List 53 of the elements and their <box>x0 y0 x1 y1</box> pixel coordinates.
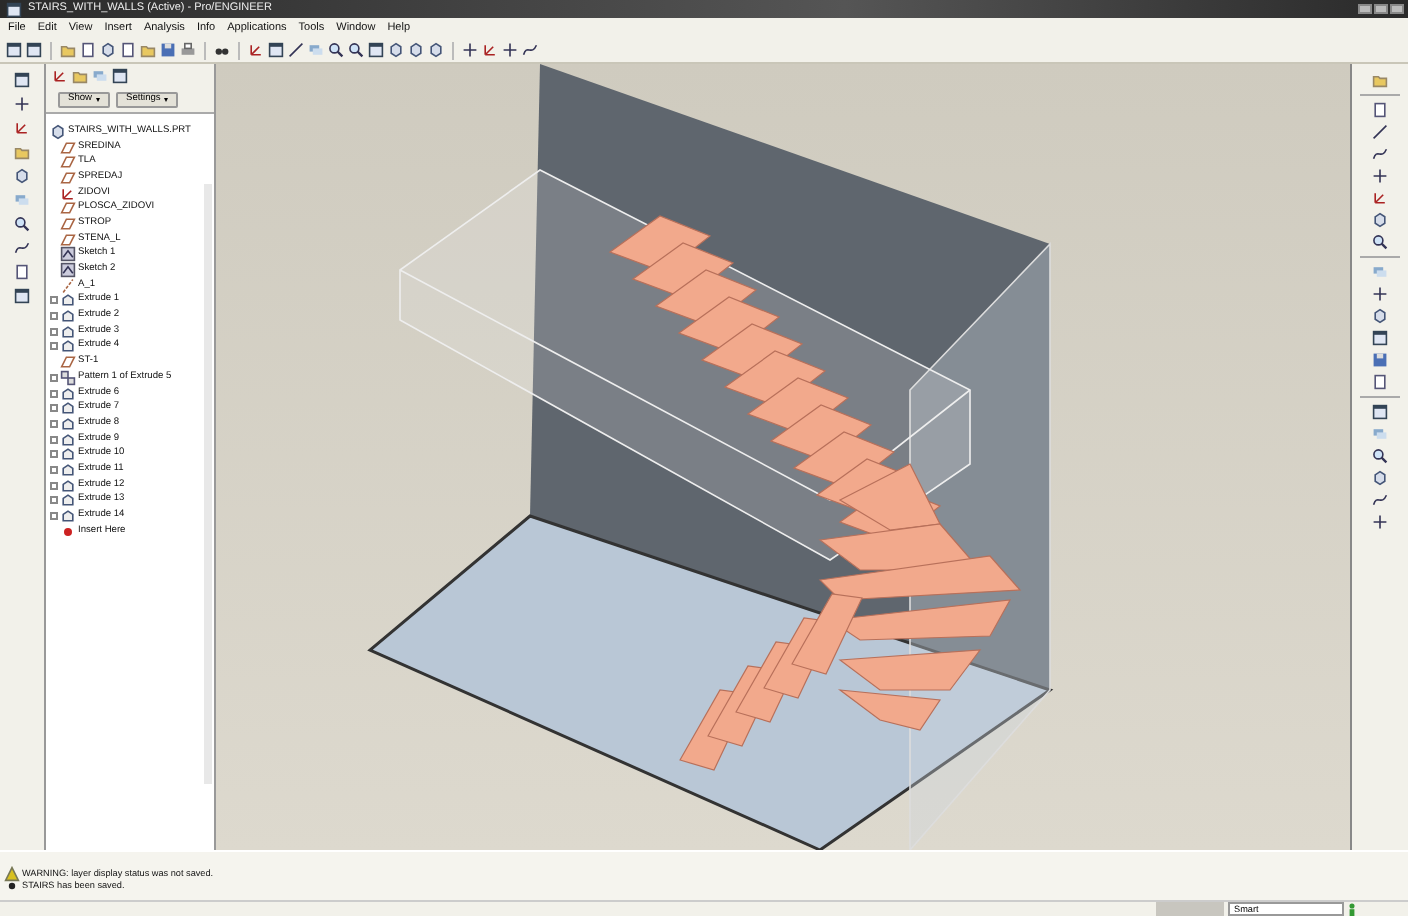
axes-icon[interactable] <box>1372 190 1388 206</box>
magnifier-icon[interactable] <box>1372 448 1388 464</box>
window-icon[interactable] <box>112 68 128 84</box>
magnifier-icon[interactable] <box>14 216 30 232</box>
folder-icon[interactable] <box>1372 72 1388 88</box>
magnifier-icon[interactable] <box>328 42 344 58</box>
curve-icon[interactable] <box>1372 492 1388 508</box>
cube-icon[interactable] <box>1372 212 1388 228</box>
axes-icon <box>60 185 76 202</box>
line-icon[interactable] <box>288 42 304 58</box>
window-icon[interactable] <box>1372 330 1388 346</box>
curve-icon[interactable] <box>14 240 30 256</box>
folder-icon[interactable] <box>14 144 30 160</box>
window-icon <box>6 1 22 17</box>
dot-icon <box>4 878 20 894</box>
window-icon[interactable] <box>14 288 30 304</box>
curve-icon[interactable] <box>522 42 538 58</box>
page-icon[interactable] <box>14 264 30 280</box>
cube-icon <box>50 123 66 140</box>
axes-icon[interactable] <box>482 42 498 58</box>
page-icon[interactable] <box>80 42 96 58</box>
window-icon[interactable] <box>14 72 30 88</box>
warning-icon <box>4 866 20 882</box>
window-icon[interactable] <box>268 42 284 58</box>
dot-icon <box>60 523 76 540</box>
magnifier-icon[interactable] <box>1372 234 1388 250</box>
curve-icon[interactable] <box>1372 146 1388 162</box>
caret-icon <box>96 98 100 102</box>
cube-icon[interactable] <box>1372 470 1388 486</box>
squares-icon <box>60 369 76 386</box>
window-icon[interactable] <box>6 42 22 58</box>
cube-icon[interactable] <box>100 42 116 58</box>
window-icon[interactable] <box>1372 404 1388 420</box>
page-icon[interactable] <box>1372 374 1388 390</box>
scrollbar[interactable] <box>204 184 212 784</box>
printer-icon[interactable] <box>180 42 196 58</box>
folder-icon[interactable] <box>140 42 156 58</box>
plane-icon <box>60 354 76 371</box>
axes-icon[interactable] <box>52 68 68 84</box>
dashed-line-icon <box>60 277 76 294</box>
status-panel <box>1156 902 1224 916</box>
axes-icon[interactable] <box>248 42 264 58</box>
binoculars-icon[interactable] <box>214 42 230 58</box>
line-icon[interactable] <box>1372 124 1388 140</box>
page-icon[interactable] <box>1372 102 1388 118</box>
magnifier-icon[interactable] <box>348 42 364 58</box>
window-icon[interactable] <box>368 42 384 58</box>
cube-icon[interactable] <box>14 168 30 184</box>
cube-icon[interactable] <box>1372 308 1388 324</box>
page-icon[interactable] <box>120 42 136 58</box>
window-icon[interactable] <box>26 42 42 58</box>
caret-icon <box>164 98 169 102</box>
axes-icon[interactable] <box>14 120 30 136</box>
